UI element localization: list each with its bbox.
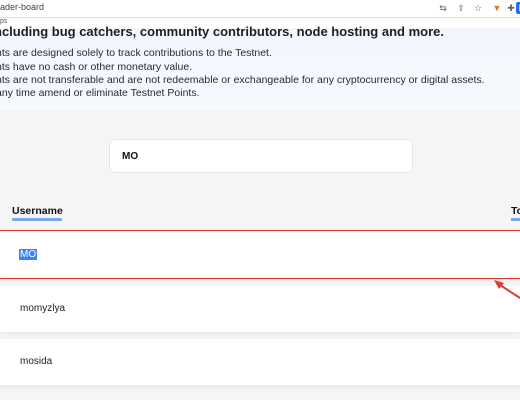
- page-content: ncluding bug catchers, community contrib…: [0, 24, 520, 400]
- hero-title: ncluding bug catchers, community contrib…: [0, 24, 444, 39]
- search-box[interactable]: [109, 139, 413, 173]
- row-username[interactable]: momyzlya: [20, 303, 65, 314]
- share-icon[interactable]: ⇪: [455, 2, 467, 14]
- column-header-total[interactable]: To: [511, 205, 520, 217]
- disclaimer-line: nts are designed solely to track contrib…: [0, 47, 272, 59]
- star-icon[interactable]: ☆: [472, 2, 484, 14]
- hero-section: ncluding bug catchers, community contrib…: [0, 24, 520, 110]
- table-row[interactable]: mosida: [0, 339, 520, 385]
- fox-icon[interactable]: ▼: [491, 2, 503, 14]
- search-input[interactable]: [122, 149, 392, 163]
- table-row[interactable]: MO: [0, 232, 520, 278]
- url-text[interactable]: ader-board: [0, 2, 44, 12]
- column-indicator: [511, 218, 520, 221]
- disclaimer-line: nts are not transferable and are not red…: [0, 74, 485, 86]
- row-username[interactable]: mosida: [20, 356, 52, 367]
- address-bar[interactable]: ader-board ⇆ ⇪ ☆ ▼ ✚ K: [0, 0, 520, 18]
- k-extension-icon[interactable]: K: [516, 2, 520, 14]
- row-username[interactable]: MO: [19, 249, 38, 260]
- active-column-indicator: [12, 218, 62, 221]
- disclaimer-line: any time amend or eliminate Testnet Poin…: [0, 87, 200, 99]
- table-row[interactable]: momyzlya: [0, 286, 520, 332]
- disclaimer-line: nts have no cash or other monetary value…: [0, 61, 193, 73]
- translate-icon[interactable]: ⇆: [437, 2, 449, 14]
- column-header-username[interactable]: Username: [12, 205, 63, 217]
